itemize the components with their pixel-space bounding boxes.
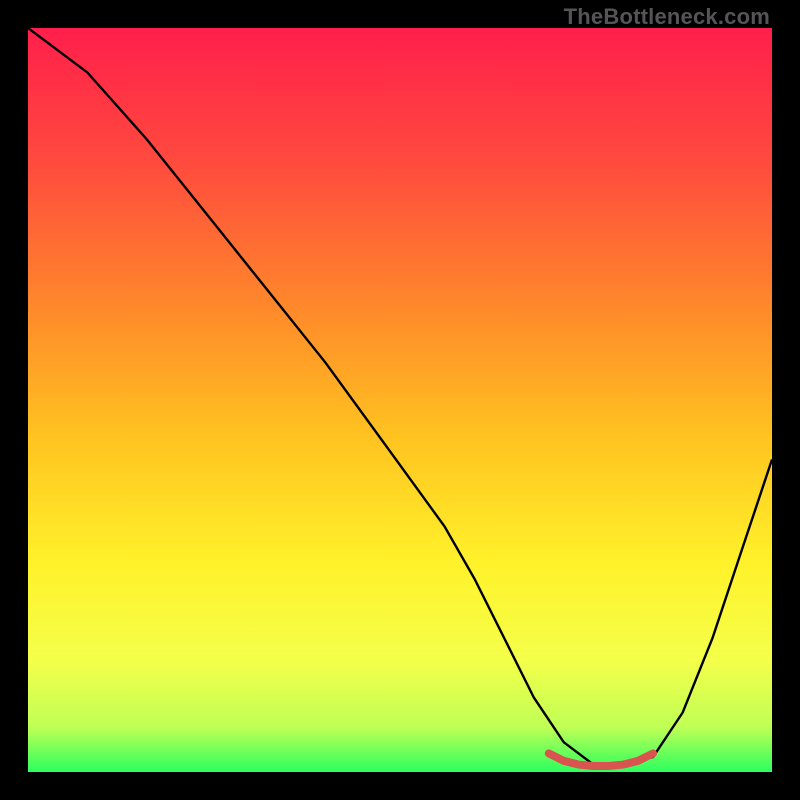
- watermark-text: TheBottleneck.com: [564, 4, 770, 30]
- chart-svg: [28, 28, 772, 772]
- plot-area: [28, 28, 772, 772]
- gradient-background: [28, 28, 772, 772]
- chart-frame: TheBottleneck.com: [0, 0, 800, 800]
